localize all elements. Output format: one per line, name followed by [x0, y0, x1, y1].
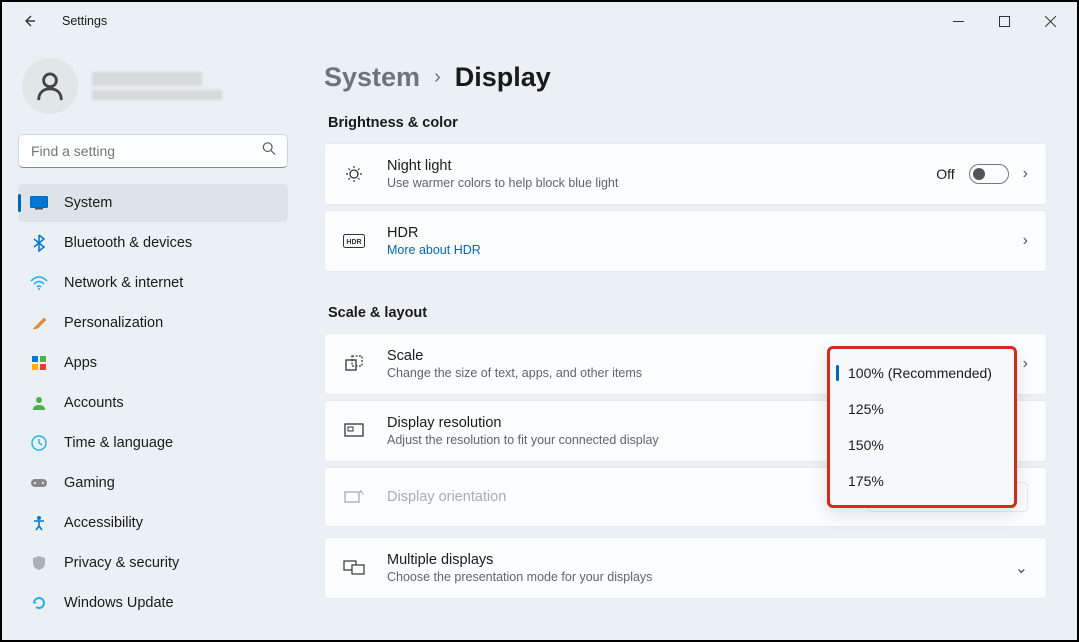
- maximize-icon: [999, 16, 1010, 27]
- sidebar: System Bluetooth & devices Network & int…: [2, 40, 304, 640]
- search-container: [18, 134, 288, 168]
- orientation-icon: [343, 486, 365, 508]
- sidebar-item-label: Network & internet: [64, 275, 183, 291]
- search-icon: [262, 142, 276, 161]
- sidebar-item-label: Privacy & security: [64, 555, 179, 571]
- card-subtitle: Choose the presentation mode for your di…: [387, 570, 1015, 584]
- apps-icon: [30, 354, 48, 372]
- sidebar-item-label: Bluetooth & devices: [64, 235, 192, 251]
- scale-dropdown[interactable]: 100% (Recommended) 125% 150% 175%: [827, 346, 1017, 508]
- sidebar-item-label: Windows Update: [64, 595, 174, 611]
- scale-icon: [343, 353, 365, 375]
- gamepad-icon: [30, 474, 48, 492]
- profile-email-redacted: [92, 90, 222, 100]
- sidebar-item-label: Time & language: [64, 435, 173, 451]
- hdr-link[interactable]: More about HDR: [387, 243, 1023, 257]
- sidebar-item-label: Personalization: [64, 315, 163, 331]
- sidebar-item-accounts[interactable]: Accounts: [18, 384, 288, 422]
- sidebar-item-gaming[interactable]: Gaming: [18, 464, 288, 502]
- app-title: Settings: [62, 14, 107, 28]
- minimize-button[interactable]: [935, 5, 981, 37]
- card-title: Night light: [387, 158, 936, 174]
- breadcrumb-parent[interactable]: System: [324, 62, 420, 93]
- accessibility-icon: [30, 514, 48, 532]
- system-icon: [30, 194, 48, 212]
- sidebar-item-label: System: [64, 195, 112, 211]
- scale-option-150[interactable]: 150%: [834, 427, 1010, 463]
- chevron-right-icon: ›: [1023, 232, 1028, 250]
- sidebar-item-personalization[interactable]: Personalization: [18, 304, 288, 342]
- section-scale-layout: Scale & layout: [328, 305, 1047, 321]
- search-input[interactable]: [18, 134, 288, 168]
- sidebar-item-apps[interactable]: Apps: [18, 344, 288, 382]
- scale-option-125[interactable]: 125%: [834, 391, 1010, 427]
- sidebar-item-label: Apps: [64, 355, 97, 371]
- svg-text:HDR: HDR: [346, 239, 361, 246]
- sidebar-item-bluetooth[interactable]: Bluetooth & devices: [18, 224, 288, 262]
- chevron-right-icon: ›: [1023, 355, 1028, 373]
- scale-option-175[interactable]: 175%: [834, 463, 1010, 499]
- scale-option-100[interactable]: 100% (Recommended): [834, 355, 1010, 391]
- chevron-right-icon: ›: [434, 66, 441, 89]
- card-night-light[interactable]: Night light Use warmer colors to help bl…: [324, 143, 1047, 205]
- night-light-icon: [343, 163, 365, 185]
- card-subtitle: Use warmer colors to help block blue lig…: [387, 176, 936, 190]
- sidebar-item-label: Accounts: [64, 395, 124, 411]
- maximize-button[interactable]: [981, 5, 1027, 37]
- minimize-icon: [953, 16, 964, 27]
- wifi-icon: [30, 274, 48, 292]
- breadcrumb: System › Display: [324, 62, 1047, 93]
- sidebar-item-update[interactable]: Windows Update: [18, 584, 288, 622]
- card-title: HDR: [387, 225, 1023, 241]
- card-title: Multiple displays: [387, 552, 1015, 568]
- clock-globe-icon: [30, 434, 48, 452]
- toggle-state-label: Off: [936, 166, 954, 182]
- sidebar-item-label: Accessibility: [64, 515, 143, 531]
- titlebar: Settings: [2, 2, 1077, 40]
- back-button[interactable]: [14, 6, 44, 36]
- resolution-icon: [343, 420, 365, 442]
- sidebar-item-system[interactable]: System: [18, 184, 288, 222]
- card-title: Display orientation: [387, 489, 868, 505]
- page-title: Display: [455, 62, 551, 93]
- chevron-right-icon: ›: [1023, 165, 1028, 183]
- paintbrush-icon: [30, 314, 48, 332]
- avatar: [22, 58, 78, 114]
- sidebar-item-label: Gaming: [64, 475, 115, 491]
- bluetooth-icon: [30, 234, 48, 252]
- sidebar-item-accessibility[interactable]: Accessibility: [18, 504, 288, 542]
- close-button[interactable]: [1027, 5, 1073, 37]
- sidebar-item-network[interactable]: Network & internet: [18, 264, 288, 302]
- profile-name-redacted: [92, 72, 202, 86]
- accounts-icon: [30, 394, 48, 412]
- main-content: System › Display Brightness & color Nigh…: [304, 40, 1077, 640]
- sidebar-item-time[interactable]: Time & language: [18, 424, 288, 462]
- person-icon: [33, 69, 67, 103]
- close-icon: [1045, 16, 1056, 27]
- section-brightness-color: Brightness & color: [328, 115, 1047, 131]
- card-hdr[interactable]: HDR HDR More about HDR ›: [324, 210, 1047, 272]
- update-icon: [30, 594, 48, 612]
- multiple-displays-icon: [343, 557, 365, 579]
- shield-icon: [30, 554, 48, 572]
- sidebar-item-privacy[interactable]: Privacy & security: [18, 544, 288, 582]
- hdr-icon: HDR: [343, 230, 365, 252]
- window-controls: [935, 5, 1073, 37]
- arrow-left-icon: [21, 13, 37, 29]
- chevron-down-icon: ⌄: [1015, 558, 1028, 578]
- profile-text: [92, 72, 222, 100]
- night-light-toggle[interactable]: [969, 164, 1009, 184]
- profile[interactable]: [18, 48, 288, 132]
- card-multiple-displays[interactable]: Multiple displays Choose the presentatio…: [324, 537, 1047, 599]
